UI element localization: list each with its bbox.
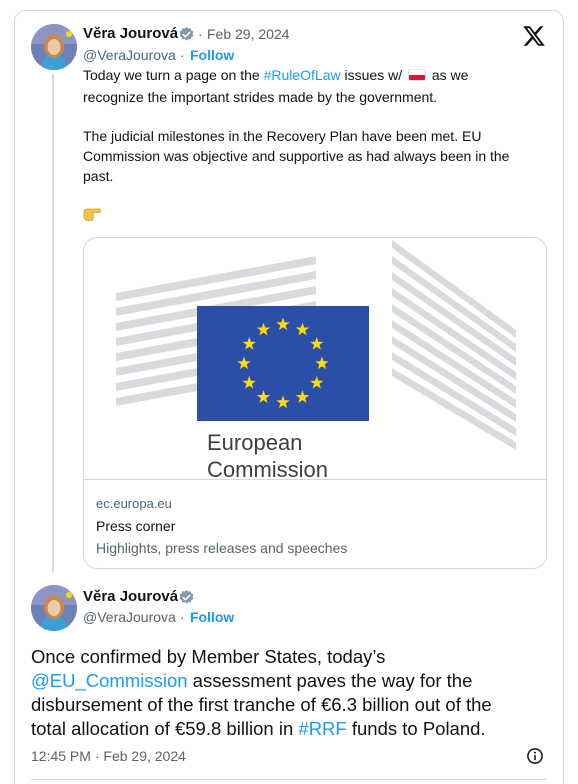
divider [31, 779, 547, 780]
tweet-date[interactable]: Feb 29, 2024 [207, 26, 290, 42]
date: Feb 29, 2024 [103, 748, 186, 764]
backhand-index-pointing-right-icon [83, 208, 101, 221]
mention-link[interactable]: @EU_Commission [31, 670, 188, 691]
text-line: @EU_Commission assessment paves the way … [31, 669, 551, 693]
poland-flag-icon [407, 69, 426, 81]
tweet-text-line: recognize the important strides made by … [83, 89, 438, 105]
text-segment: issues w/ [340, 67, 406, 83]
separator-dot: · [180, 609, 185, 625]
link-description: Highlights, press releases and speeches [96, 540, 348, 556]
thread-line [52, 74, 54, 572]
hashtag-link[interactable]: #RRF [298, 718, 346, 739]
link-domain: ec.europa.eu [96, 496, 172, 511]
text-line: total allocation of €59.8 billion in #RR… [31, 717, 551, 741]
x-logo-icon[interactable] [522, 24, 546, 48]
author-handle[interactable]: @VeraJourova [83, 609, 176, 625]
timestamp[interactable]: 12:45 PM · Feb 29, 2024 [31, 748, 186, 764]
text-segment: Today we turn a page on the [83, 67, 264, 83]
link-preview-card[interactable]: European Commission ec.europa.eu Press c… [83, 237, 547, 569]
author-name[interactable]: Věra Jourová [83, 588, 178, 605]
tweet-text-line: past. [83, 168, 114, 184]
hashtag-link[interactable]: #RuleOfLaw [264, 67, 341, 83]
separator-dot: · [198, 26, 203, 42]
text-segment: funds to Poland. [346, 718, 486, 739]
separator-dot: · [180, 47, 185, 63]
link-title: Press corner [96, 518, 176, 534]
text-segment: assessment paves the way for the [187, 670, 473, 691]
tweet-text-line: Today we turn a page on the #RuleOfLaw i… [83, 65, 543, 85]
avatar[interactable] [31, 585, 77, 631]
text-segment: as we [427, 67, 469, 83]
verified-badge-icon [179, 590, 194, 604]
separator-dot: · [94, 748, 100, 764]
verified-badge-icon [179, 27, 194, 41]
text-segment: total allocation of €59.8 billion in [31, 718, 299, 739]
tweet-text-line: Commission was objective and supportive … [83, 148, 510, 164]
text-line: disbursement of the first tranche of €6.… [31, 694, 492, 715]
follow-button[interactable]: Follow [190, 47, 234, 63]
tweet-text: Once confirmed by Member States, today’s… [31, 645, 551, 741]
logo-text-european: European [207, 430, 302, 455]
text-line: Once confirmed by Member States, today’s [31, 646, 386, 667]
avatar[interactable] [31, 24, 77, 70]
link-preview-image: European Commission [84, 238, 546, 482]
author-name[interactable]: Věra Jourová [83, 25, 178, 42]
logo-text-commission: Commission [207, 457, 328, 480]
author-handle[interactable]: @VeraJourova [83, 47, 176, 63]
tweet-text-line: The judicial milestones in the Recovery … [83, 128, 482, 144]
time: 12:45 PM [31, 748, 91, 764]
info-icon[interactable] [526, 747, 544, 765]
follow-button[interactable]: Follow [190, 609, 234, 625]
